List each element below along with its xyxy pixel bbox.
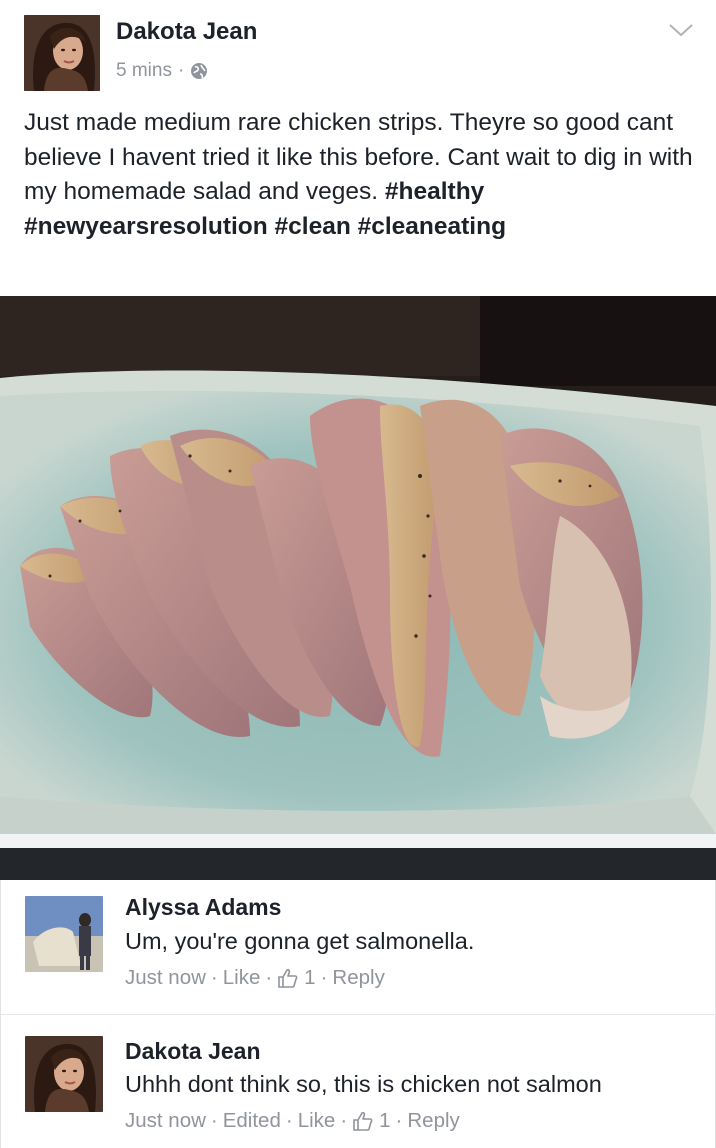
- comments-section: Alyssa Adams Um, you're gonna get salmon…: [0, 880, 716, 1148]
- post-body: Just made medium rare chicken strips. Th…: [24, 109, 693, 205]
- comment-time[interactable]: Just now: [125, 966, 206, 990]
- comment-meta: Just now · Edited · Like · 1 · Reply: [125, 1109, 460, 1133]
- globe-icon: [190, 62, 208, 80]
- comment-text: Um, you're gonna get salmonella.: [125, 928, 475, 954]
- reply-link[interactable]: Reply: [332, 966, 384, 990]
- commenter-name[interactable]: Dakota Jean: [125, 1038, 261, 1065]
- thumbs-up-icon[interactable]: [277, 967, 299, 989]
- comment: Alyssa Adams Um, you're gonna get salmon…: [1, 880, 716, 1015]
- like-link[interactable]: Like: [223, 966, 261, 990]
- post-time[interactable]: 5 mins: [116, 60, 172, 82]
- comment-divider: [1, 1014, 716, 1015]
- edited-label[interactable]: Edited: [223, 1109, 281, 1133]
- meta-separator: ·: [340, 1109, 348, 1132]
- separator-dark: [0, 848, 716, 880]
- author-name[interactable]: Dakota Jean: [116, 18, 257, 46]
- meta-separator: ·: [265, 966, 273, 989]
- meta-separator: ·: [210, 1109, 218, 1132]
- meta-separator: ·: [210, 966, 218, 989]
- comment-time[interactable]: Just now: [125, 1109, 206, 1133]
- like-link[interactable]: Like: [298, 1109, 336, 1133]
- thumbs-up-icon[interactable]: [352, 1110, 374, 1132]
- reply-link[interactable]: Reply: [407, 1109, 459, 1133]
- author-avatar[interactable]: [24, 15, 100, 91]
- comment-text: Uhhh dont think so, this is chicken not …: [125, 1071, 602, 1097]
- commenter-avatar[interactable]: [25, 1036, 103, 1112]
- comment-meta: Just now · Like · 1 · Reply: [125, 966, 385, 990]
- commenter-avatar[interactable]: [25, 896, 103, 972]
- chevron-down-icon[interactable]: [668, 22, 694, 38]
- post-meta: 5 mins ·: [116, 60, 208, 82]
- meta-separator: ·: [320, 966, 328, 989]
- meta-separator: ·: [285, 1109, 293, 1132]
- comment: Dakota Jean Uhhh dont think so, this is …: [1, 1016, 716, 1148]
- separator-light: [0, 834, 716, 848]
- reaction-count[interactable]: 1: [304, 966, 315, 990]
- post-photo[interactable]: [0, 296, 716, 834]
- post-card: Dakota Jean 5 mins · Just made medium ra…: [0, 0, 716, 296]
- commenter-name[interactable]: Alyssa Adams: [125, 894, 281, 921]
- reaction-count[interactable]: 1: [379, 1109, 390, 1133]
- meta-separator: ·: [177, 60, 185, 81]
- post-text: Just made medium rare chicken strips. Th…: [24, 106, 694, 244]
- meta-separator: ·: [395, 1109, 403, 1132]
